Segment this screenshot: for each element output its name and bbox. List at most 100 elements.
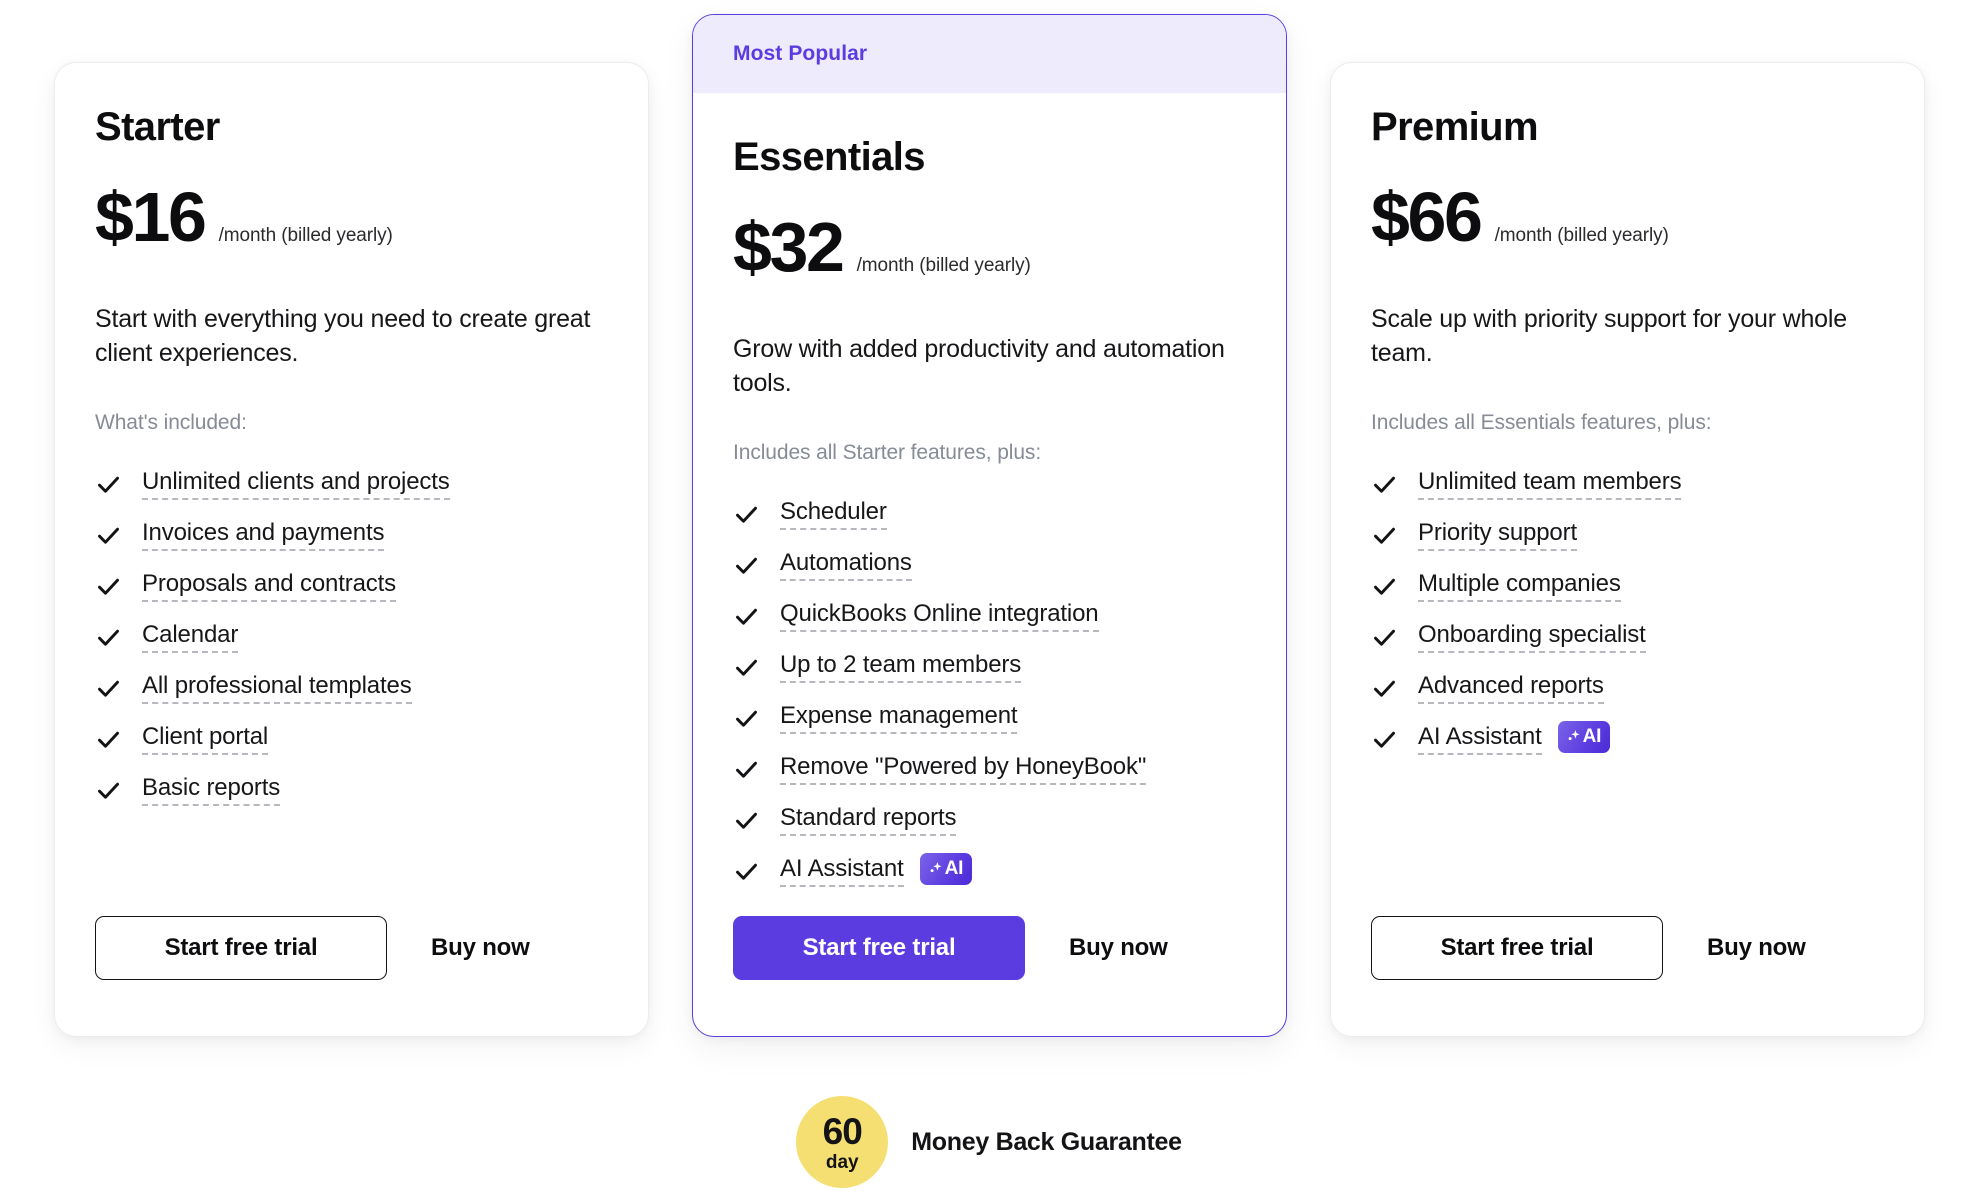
start-free-trial-button[interactable]: Start free trial [95,916,387,980]
feature-item[interactable]: Advanced reports [1371,663,1884,714]
feature-label: All professional templates [142,672,412,705]
feature-item[interactable]: Unlimited team members [1371,459,1884,510]
sparkle-icon [1567,728,1580,746]
feature-item[interactable]: Multiple companies [1371,561,1884,612]
feature-label: Standard reports [780,804,957,837]
feature-item[interactable]: Scheduler [733,489,1246,540]
check-icon [733,552,760,579]
pricing-card-premium[interactable]: Premium $66 /month (billed yearly) Scale… [1330,62,1925,1037]
price-row: $66 /month (billed yearly) [1371,182,1884,258]
start-free-trial-button[interactable]: Start free trial [733,916,1025,980]
feature-item[interactable]: Basic reports [95,765,608,816]
check-icon [95,777,122,804]
check-icon [95,624,122,651]
guarantee-text: Money Back Guarantee [911,1127,1182,1156]
feature-label: Automations [780,549,912,582]
cta-row: Start free trial Buy now [1371,916,1806,980]
most-popular-banner: Most Popular [693,15,1286,93]
feature-label: Client portal [142,723,268,756]
feature-label: Unlimited clients and projects [142,468,450,501]
check-icon [1371,522,1398,549]
included-label: What's included: [95,410,247,434]
feature-item[interactable]: Proposals and contracts [95,561,608,612]
check-icon [733,756,760,783]
plan-description: Scale up with priority support for your … [1371,305,1847,368]
pricing-cards-row: Starter $16 /month (billed yearly) Start… [0,0,1978,1055]
price-amount: $32 [733,208,845,286]
check-icon [95,573,122,600]
sparkle-icon [929,860,942,878]
feature-label: Multiple companies [1418,570,1621,603]
plan-description: Grow with added productivity and automat… [733,335,1225,398]
check-icon [95,522,122,549]
feature-label: Onboarding specialist [1418,621,1646,654]
money-back-guarantee: 60 day Money Back Guarantee [0,1096,1978,1188]
feature-item[interactable]: Expense management [733,693,1246,744]
check-icon [95,471,122,498]
feature-item[interactable]: Onboarding specialist [1371,612,1884,663]
buy-now-button[interactable]: Buy now [431,934,530,962]
buy-now-button[interactable]: Buy now [1707,934,1806,962]
check-icon [733,858,760,885]
feature-item[interactable]: Unlimited clients and projects [95,459,608,510]
card-body: Premium $66 /month (billed yearly) Scale… [1331,63,1924,765]
check-icon [1371,471,1398,498]
feature-label: Up to 2 team members [780,651,1021,684]
check-icon [733,705,760,732]
feature-item[interactable]: All professional templates [95,663,608,714]
feature-item[interactable]: Standard reports [733,795,1246,846]
feature-label: Invoices and payments [142,519,384,552]
pricing-card-essentials[interactable]: Most Popular Essentials $32 /month (bill… [692,14,1287,1037]
feature-item[interactable]: Client portal [95,714,608,765]
feature-label: Proposals and contracts [142,570,396,603]
ai-badge: AI [1557,721,1611,753]
guarantee-days-number: 60 [822,1110,863,1152]
check-icon [1371,726,1398,753]
feature-list: Unlimited team members Priority support … [1371,459,1884,765]
check-icon [1371,573,1398,600]
feature-item[interactable]: Automations [733,540,1246,591]
ai-badge-label: AI [944,858,964,879]
start-free-trial-button[interactable]: Start free trial [1371,916,1663,980]
guarantee-days-unit: day [825,1151,859,1173]
feature-item[interactable]: Invoices and payments [95,510,608,561]
included-label: Includes all Starter features, plus: [733,440,1042,464]
most-popular-label: Most Popular [733,42,868,65]
feature-item[interactable]: Priority support [1371,510,1884,561]
feature-item[interactable]: Up to 2 team members [733,642,1246,693]
feature-label: Priority support [1418,519,1577,552]
feature-item[interactable]: QuickBooks Online integration [733,591,1246,642]
plan-name: Premium [1371,105,1539,149]
check-icon [1371,675,1398,702]
feature-item-ai-assistant[interactable]: AI Assistant AI [1371,714,1884,765]
check-icon [1371,624,1398,651]
feature-list: Unlimited clients and projects Invoices … [95,459,608,816]
cta-row: Start free trial Buy now [733,916,1168,980]
check-icon [733,807,760,834]
feature-label: Expense management [780,702,1018,735]
price-amount: $16 [95,178,207,256]
ai-badge: AI [919,853,973,885]
feature-label: Remove "Powered by HoneyBook" [780,753,1146,786]
feature-list: Scheduler Automations QuickBooks Online … [733,489,1246,897]
ai-badge-label: AI [1582,726,1602,747]
check-icon [95,675,122,702]
feature-label: QuickBooks Online integration [780,600,1099,633]
feature-item[interactable]: Remove "Powered by HoneyBook" [733,744,1246,795]
feature-label: Scheduler [780,498,887,531]
feature-item[interactable]: Calendar [95,612,608,663]
feature-label: AI Assistant [780,855,904,888]
plan-description: Start with everything you need to create… [95,305,591,368]
feature-label: Advanced reports [1418,672,1604,705]
price-period: /month (billed yearly) [1494,225,1669,246]
price-row: $16 /month (billed yearly) [95,182,608,258]
check-icon [95,726,122,753]
feature-item-ai-assistant[interactable]: AI Assistant AI [733,846,1246,897]
check-icon [733,501,760,528]
feature-label: Basic reports [142,774,280,807]
feature-label: AI Assistant [1418,723,1542,756]
price-amount: $66 [1371,178,1483,256]
card-body: Starter $16 /month (billed yearly) Start… [55,63,648,816]
buy-now-button[interactable]: Buy now [1069,934,1168,962]
pricing-card-starter[interactable]: Starter $16 /month (billed yearly) Start… [54,62,649,1037]
